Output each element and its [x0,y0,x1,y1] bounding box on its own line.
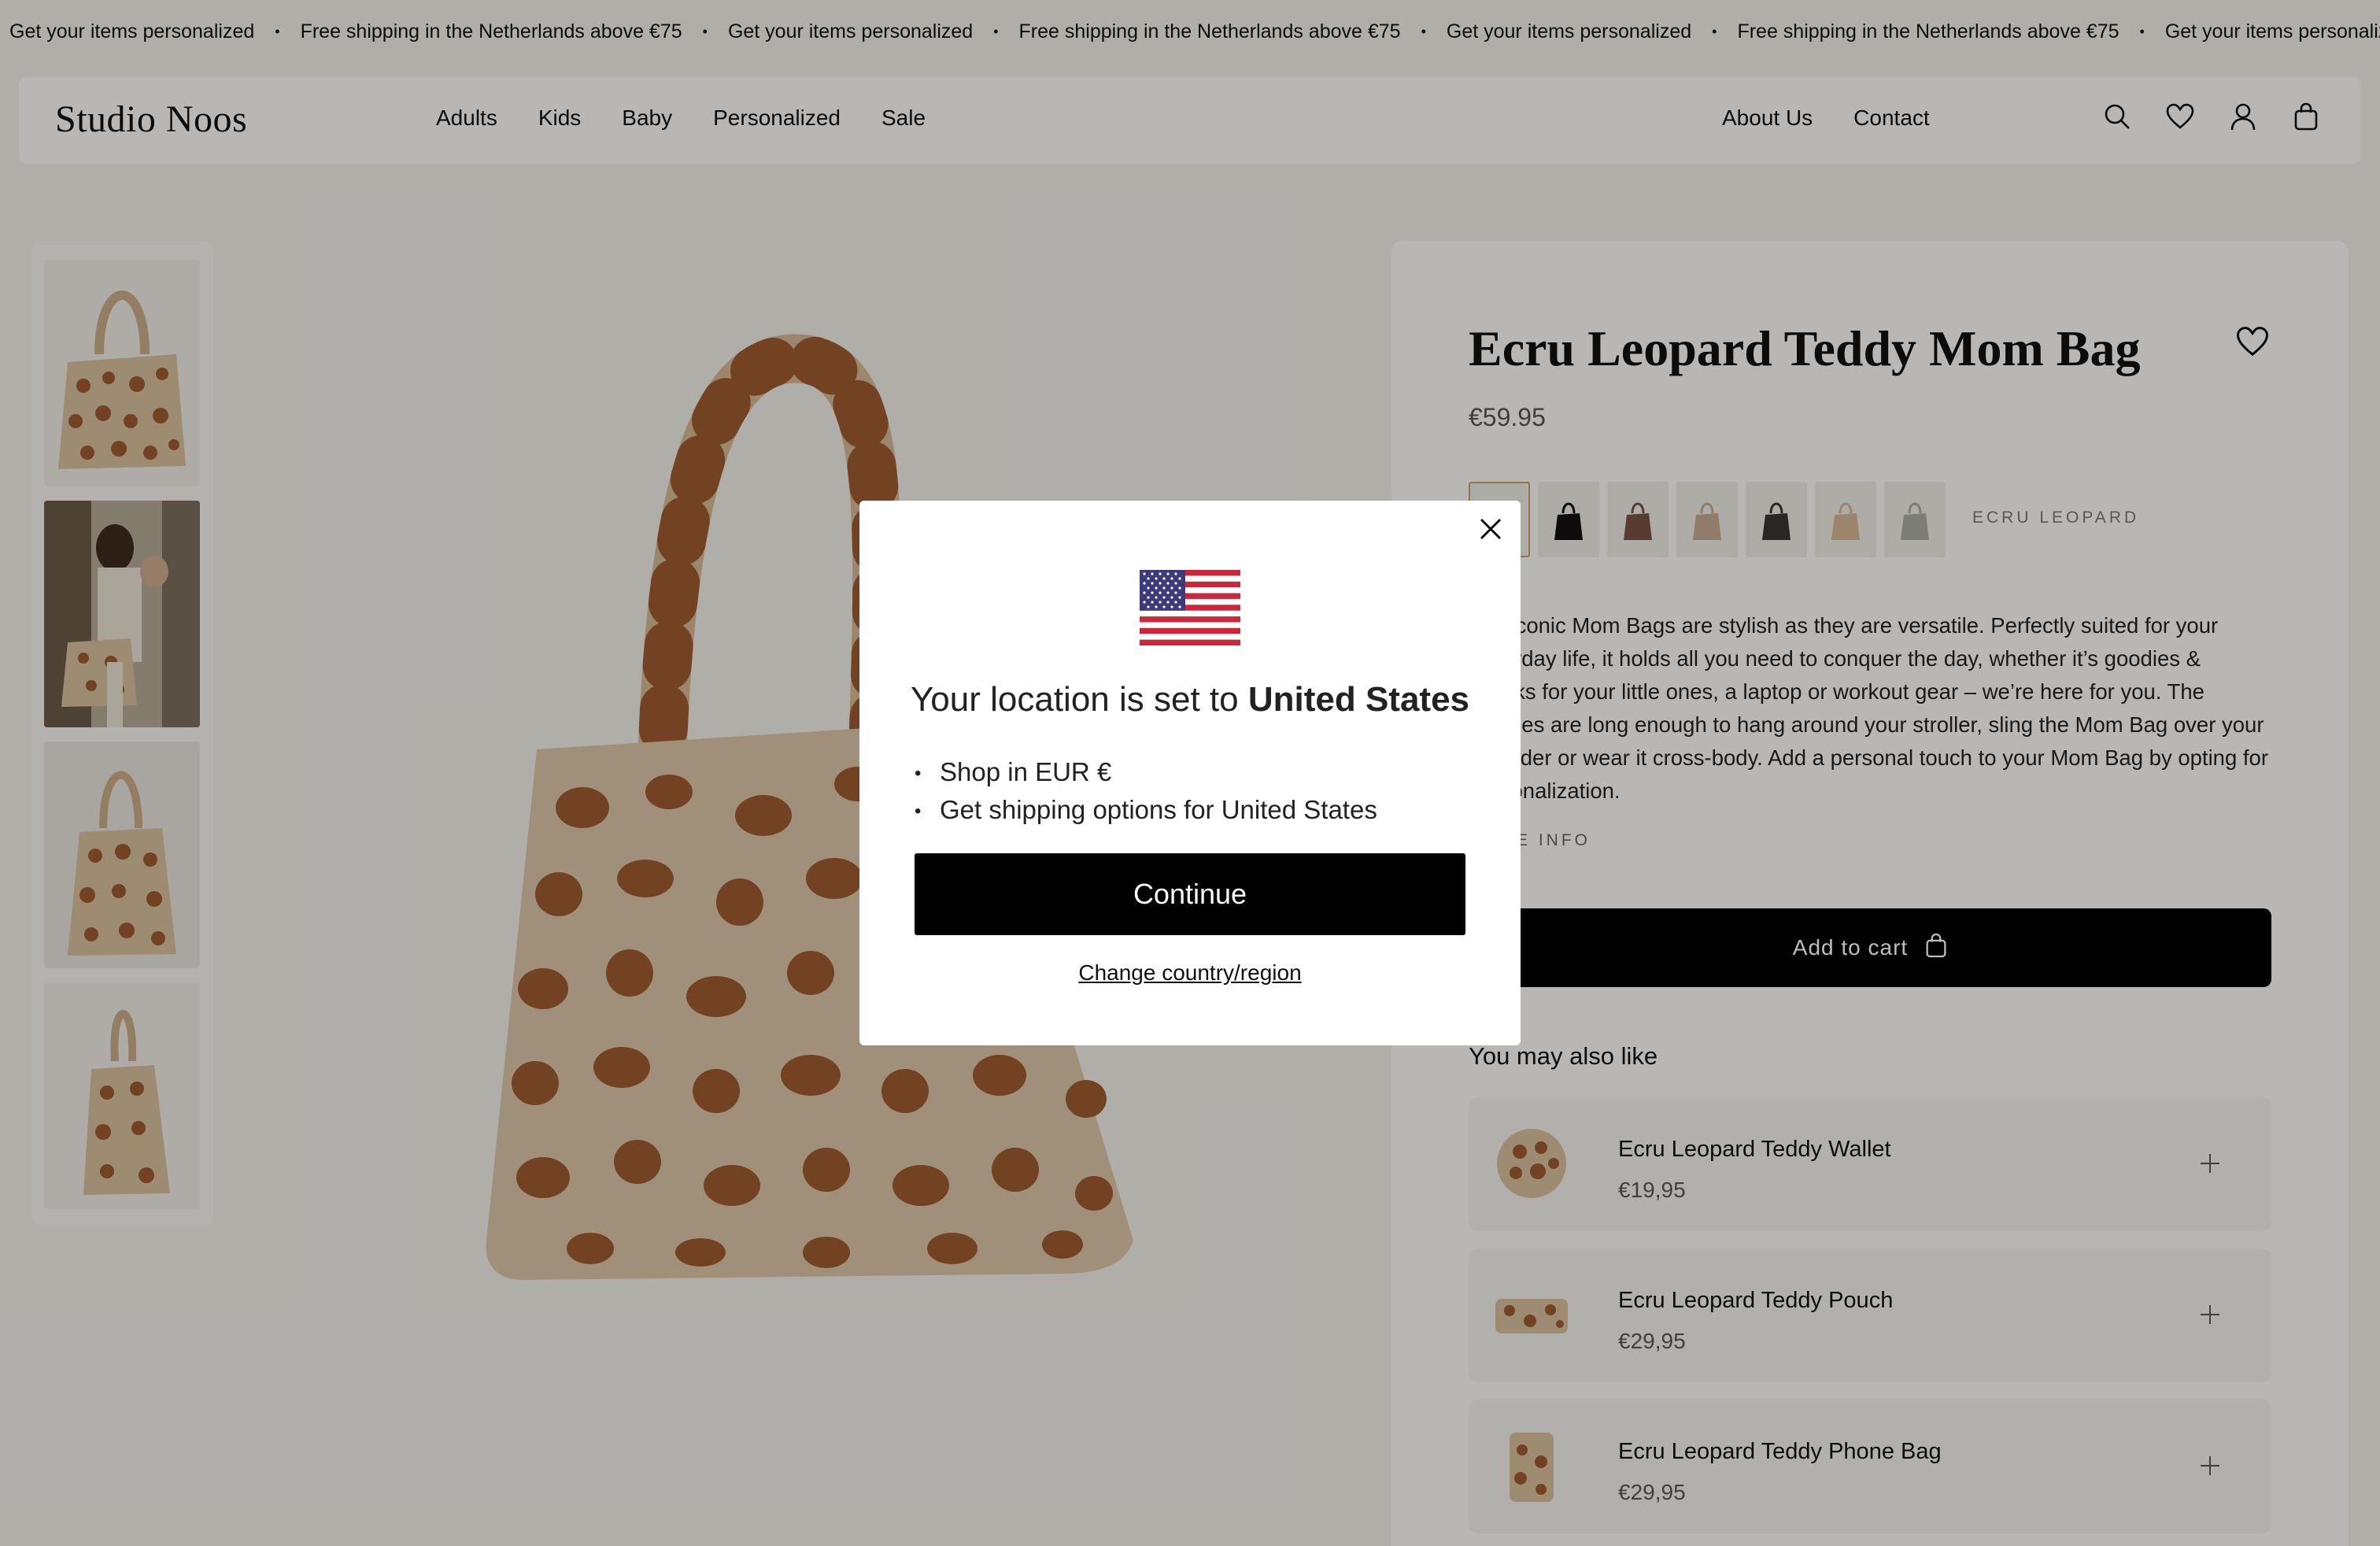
continue-button[interactable]: Continue [915,853,1465,935]
modal-bullet-shipping: Get shipping options for United States [915,792,1377,830]
us-flag-icon [1140,570,1240,645]
modal-bullet-currency: Shop in EUR € [915,754,1377,792]
modal-country: United States [1247,680,1470,719]
change-country-link[interactable]: Change country/region [859,960,1521,986]
location-modal: Your location is set to United States Sh… [859,501,1521,1045]
modal-heading: Your location is set to United States [859,680,1521,719]
close-icon[interactable] [1473,512,1508,546]
modal-bullet-list: Shop in EUR € Get shipping options for U… [915,754,1377,830]
flag-svg [1140,570,1240,645]
modal-heading-prefix: Your location is set to [910,680,1239,719]
